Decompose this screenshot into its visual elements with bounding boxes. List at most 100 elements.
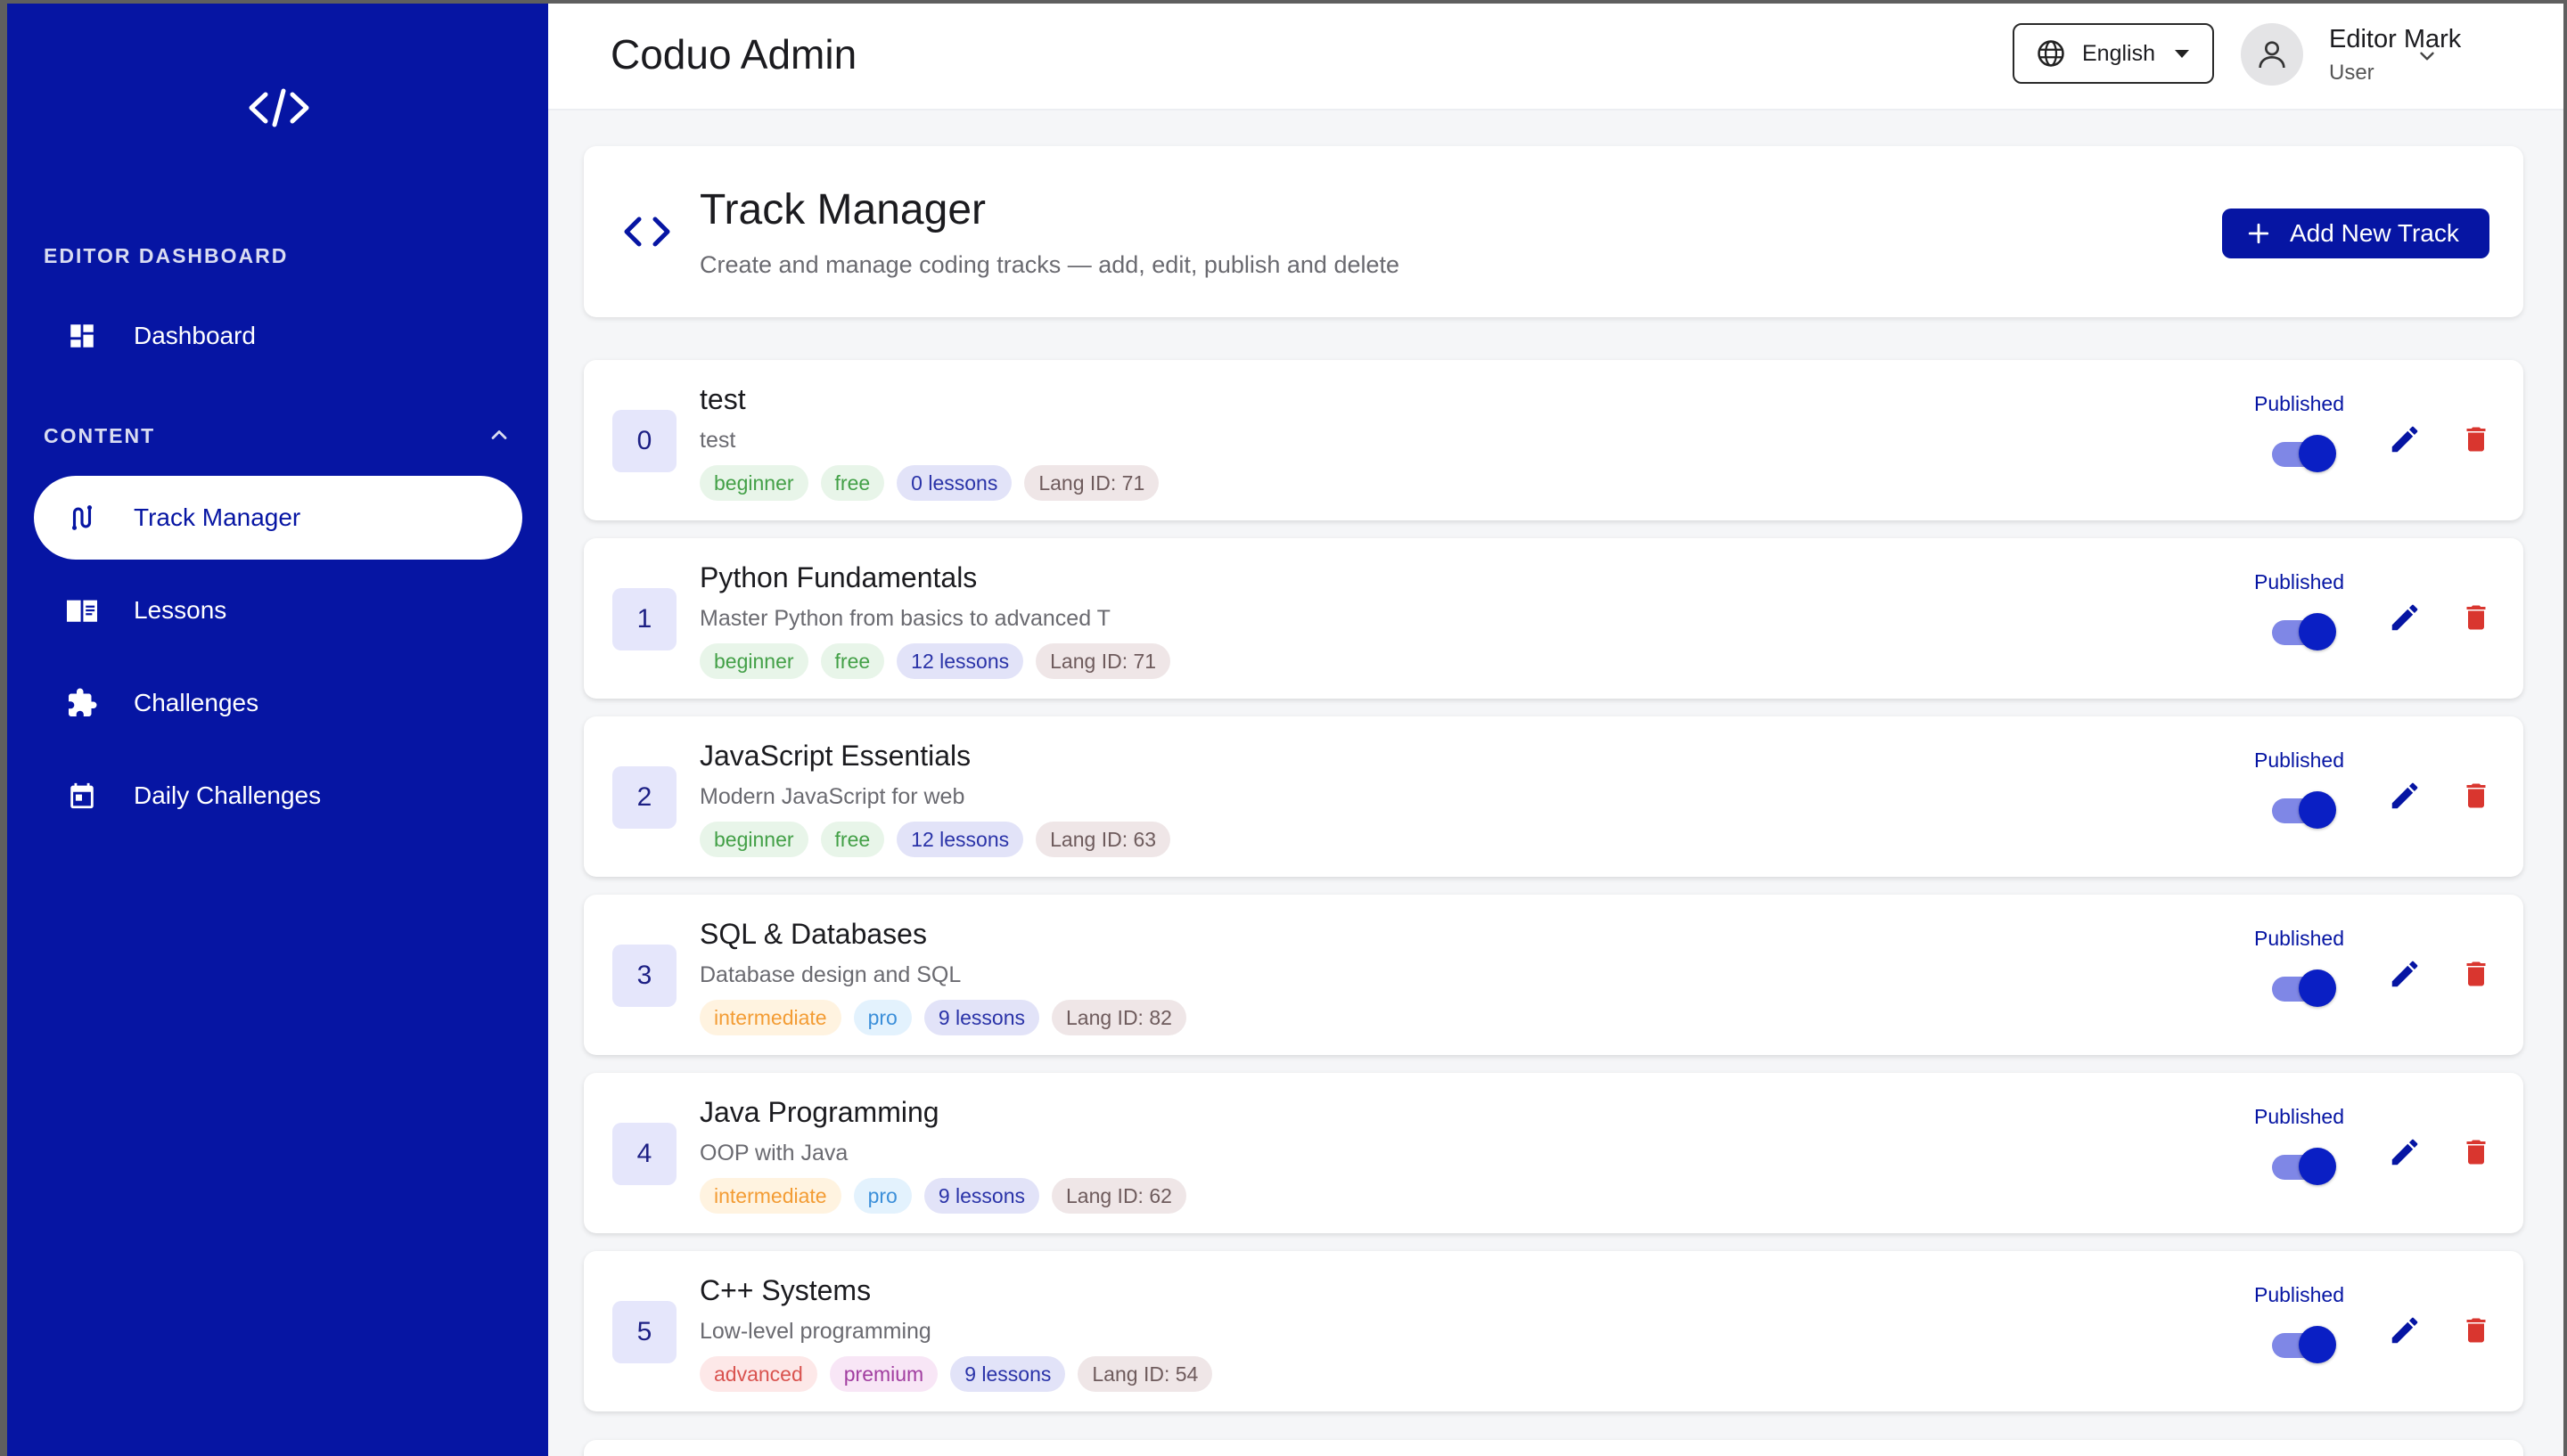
delete-button[interactable] [2456,1310,2497,1351]
track-card-2[interactable]: 2 JavaScript Essentials Modern JavaScrip… [584,716,2523,877]
tier-chip: premium [829,1356,939,1392]
track-index: 4 [612,1123,677,1185]
add-new-track-button[interactable]: Add New Track [2222,209,2489,258]
sidebar-item-track-manager[interactable]: Track Manager [34,476,522,560]
main-content: Coduo Admin English Editor Mark User Tra… [548,4,2563,1456]
edit-button[interactable] [2384,1310,2425,1351]
pencil-icon [2391,1139,2418,1166]
publish-toggle[interactable] [2268,611,2338,652]
track-description: OOP with Java [700,1141,849,1166]
publish-toggle[interactable] [2268,968,2338,1009]
avatar[interactable] [2241,23,2303,86]
track-description: Low-level programming [700,1319,931,1344]
sidebar-item-label: Track Manager [134,503,301,531]
track-card-3[interactable]: 3 SQL & Databases Database design and SQ… [584,895,2523,1055]
tier-chip: pro [853,1178,912,1214]
lang-id-chip: Lang ID: 71 [1036,643,1171,679]
level-chip: advanced [700,1356,817,1392]
app-window: EDITOR DASHBOARD Dashboard CONTENT Track… [7,4,2563,1456]
track-index: 5 [612,1301,677,1363]
topbar: Coduo Admin English Editor Mark User [548,4,2563,110]
delete-button[interactable] [2456,775,2497,816]
language-select[interactable]: English [2013,23,2214,84]
edit-button[interactable] [2384,419,2425,460]
edit-button[interactable] [2384,597,2425,638]
delete-button[interactable] [2456,953,2497,994]
track-card-1[interactable]: 1 Python Fundamentals Master Python from… [584,538,2523,699]
track-chips: beginner free 12 lessons Lang ID: 71 [700,643,1171,679]
user-name[interactable]: Editor Mark [2329,25,2461,54]
sidebar-item-dashboard[interactable]: Dashboard [34,294,522,378]
chevron-down-icon[interactable] [2415,45,2439,68]
route-icon [64,500,100,536]
lang-id-chip: Lang ID: 54 [1078,1356,1213,1392]
add-new-track-label: Add New Track [2290,219,2459,247]
sidebar-item-daily-challenges[interactable]: Daily Challenges [34,754,522,838]
pencil-icon [2391,1317,2418,1344]
track-title: Python Fundamentals [700,561,978,593]
delete-button[interactable] [2456,1132,2497,1173]
level-chip: beginner [700,822,808,857]
chevron-up-icon[interactable] [487,422,512,447]
page-subtitle: Create and manage coding tracks — add, e… [700,251,1400,278]
pencil-icon [2391,961,2418,987]
edit-button[interactable] [2384,1132,2425,1173]
edit-button[interactable] [2384,775,2425,816]
lang-id-chip: Lang ID: 82 [1052,1000,1186,1035]
lessons-chip: 9 lessons [923,1178,1039,1214]
app-title: Coduo Admin [611,31,857,78]
publish-toggle[interactable] [2268,1324,2338,1365]
pencil-icon [2391,782,2418,809]
track-chips: advanced premium 9 lessons Lang ID: 54 [700,1356,1213,1392]
language-label: English [2082,40,2155,66]
edit-button[interactable] [2384,953,2425,994]
track-card-5[interactable]: 5 C++ Systems Low-level programming adva… [584,1251,2523,1411]
toggle-knob [2299,613,2336,650]
level-chip: intermediate [700,1000,841,1035]
book-icon [64,593,100,628]
publish-status-label: Published [2254,392,2345,415]
track-chips: intermediate pro 9 lessons Lang ID: 62 [700,1178,1186,1214]
calendar-icon [64,778,100,814]
toggle-knob [2299,1148,2336,1185]
track-title: SQL & Databases [700,918,927,950]
publish-status-label: Published [2254,927,2345,950]
lessons-chip: 12 lessons [897,822,1024,857]
publish-status-label: Published [2254,1283,2345,1306]
sidebar-item-challenges[interactable]: Challenges [34,661,522,745]
tier-chip: free [820,643,885,679]
sidebar-item-lessons[interactable]: Lessons [34,568,522,652]
trash-icon [2466,961,2486,986]
track-card-partial [584,1440,2523,1456]
track-description: Database design and SQL [700,962,962,987]
sidebar-item-label: Lessons [134,596,227,624]
toggle-knob [2299,435,2336,472]
track-title: JavaScript Essentials [700,740,972,772]
caret-down-icon [2175,49,2189,58]
delete-button[interactable] [2456,419,2497,460]
sidebar-item-label: Dashboard [134,322,256,349]
track-card-4[interactable]: 4 Java Programming OOP with Java interme… [584,1073,2523,1233]
user-role: User [2329,61,2374,85]
sidebar-item-label: Daily Challenges [134,781,322,809]
track-index: 1 [612,588,677,650]
toggle-knob [2299,969,2336,1007]
lang-id-chip: Lang ID: 62 [1052,1178,1186,1214]
delete-button[interactable] [2456,597,2497,638]
publish-toggle[interactable] [2268,433,2338,474]
level-chip: beginner [700,643,808,679]
publish-status-label: Published [2254,1105,2345,1128]
plus-icon [2248,223,2269,244]
publish-toggle[interactable] [2268,1146,2338,1187]
code-brackets-icon[interactable] [248,86,310,130]
track-index: 0 [612,410,677,472]
publish-status-label: Published [2254,748,2345,772]
dashboard-icon [64,318,100,354]
pencil-icon [2391,426,2418,453]
lessons-chip: 0 lessons [897,465,1013,501]
lang-id-chip: Lang ID: 63 [1036,822,1171,857]
track-card-0[interactable]: 0 test test beginner free 0 lessons Lang… [584,360,2523,520]
trash-icon [2466,1140,2486,1165]
publish-toggle[interactable] [2268,789,2338,830]
track-title: C++ Systems [700,1274,872,1306]
